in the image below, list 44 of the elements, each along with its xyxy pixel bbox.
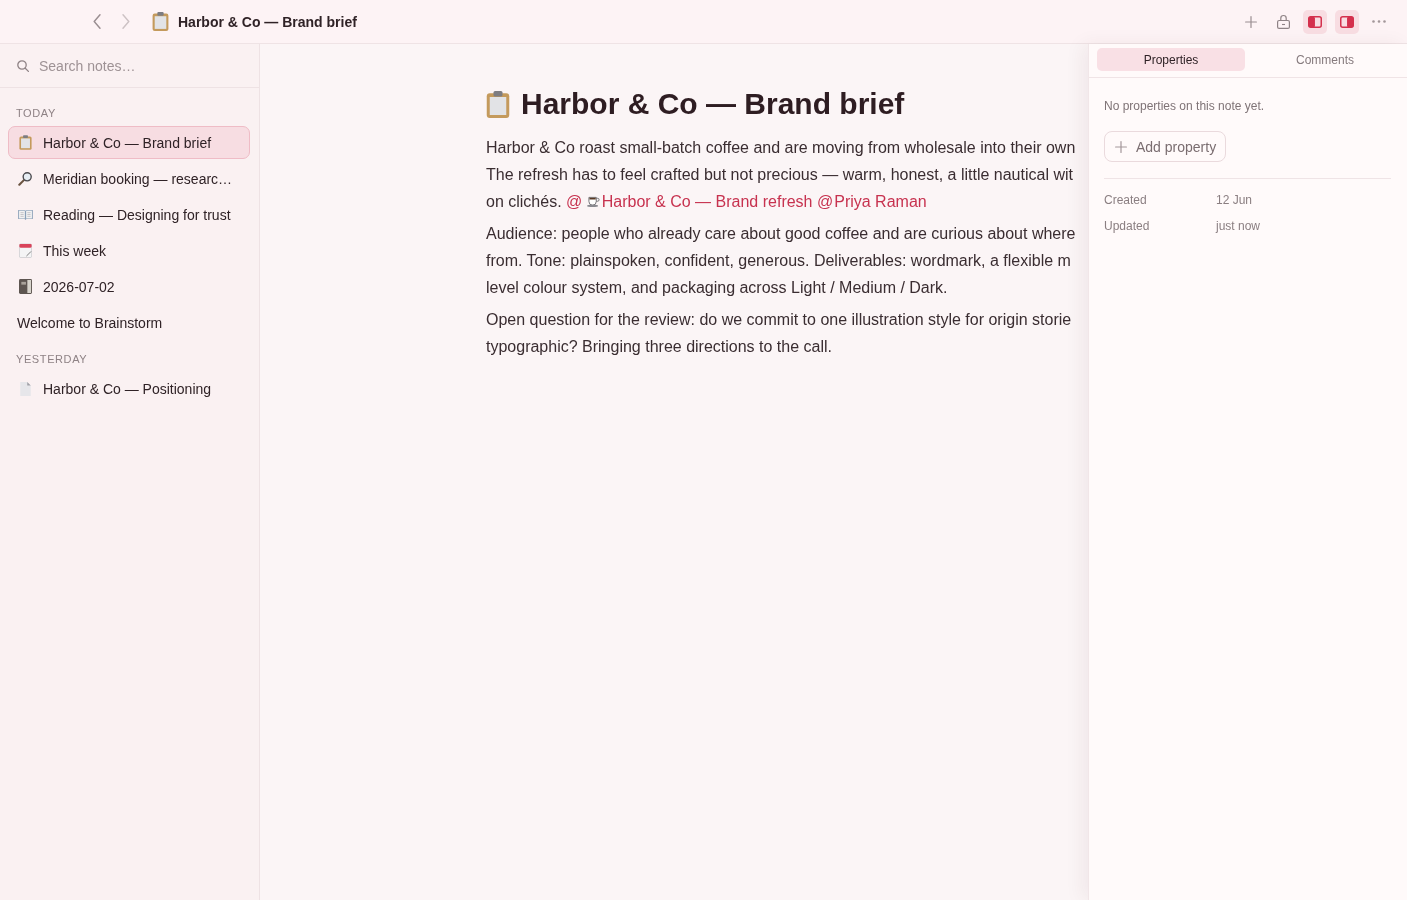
inspector-toggle-button[interactable] [1335, 9, 1359, 34]
chevron-left-icon[interactable] [93, 14, 101, 29]
panel-left-icon [1308, 15, 1322, 28]
mention-link[interactable]: @Priya Raman [816, 193, 927, 210]
sidebar-item[interactable]: This week [8, 234, 250, 267]
more-icon[interactable] [1372, 20, 1386, 23]
add-property-button[interactable]: Add property [1104, 131, 1227, 162]
sidebar-item[interactable]: Meridian booking — researc… [8, 162, 250, 195]
inspector-tab[interactable]: Properties [1097, 48, 1245, 71]
sidebar-item[interactable]: Harbor & Co — Positioning [8, 372, 250, 405]
padlock-icon[interactable] [1276, 14, 1290, 29]
plus-icon[interactable] [1245, 15, 1257, 28]
search-icon [17, 59, 29, 72]
search-field[interactable]: Search notes… [39, 54, 239, 77]
clipboard-icon [152, 12, 169, 31]
calendar-icon [18, 243, 32, 258]
meta-value: just now [1216, 219, 1261, 233]
sidebar-item[interactable]: Reading — Designing for trust [8, 198, 250, 231]
meta-label: Updated [1104, 219, 1151, 233]
section-heading: TODAY [16, 106, 57, 120]
sidebar-item[interactable]: Harbor & Co — Brand brief [8, 126, 250, 159]
open-book-icon [17, 209, 33, 220]
inspector-tab[interactable]: Comments [1251, 48, 1399, 71]
clipboard-icon [18, 135, 32, 150]
sidebar-item[interactable]: 2026-07-02 [8, 270, 250, 303]
meta-label: Created [1104, 193, 1148, 207]
magnifier-icon [18, 171, 32, 186]
notebook-icon [18, 279, 32, 294]
coffee-cup-icon [586, 196, 600, 207]
sidebar-item[interactable]: Welcome to Brainstorm [8, 306, 250, 339]
paragraph: Harbor & Co roast small-batch coffee and are moving from wholesale into their own The refresh has to feel crafted but not precious — warm, honest, a little nautical wit on clichés. @ Harbor & Co — Brand refresh @Priya Raman [486, 138, 1077, 212]
panel-right-icon [1340, 15, 1354, 28]
note-title: Harbor & Co — Brand brief [178, 13, 357, 30]
empty-message: No properties on this note yet. [1104, 98, 1266, 114]
document-title: Harbor & Co — Brand brief [521, 86, 905, 122]
meta-value: 12 Jun [1216, 193, 1253, 207]
page-icon [19, 381, 31, 396]
clipboard-icon [486, 90, 510, 118]
paragraph: Audience: people who already care about good coffee and are curious about where from. Tone: plainspoken, confident, generous. Deliverables: wordmark, a flexible m level colour system, and packaging across Light / Medium / Dark. [486, 224, 1077, 298]
plus-icon [1115, 140, 1127, 153]
section-heading: YESTERDAY [16, 352, 89, 366]
sidebar-toggle-button[interactable] [1303, 9, 1327, 34]
mention-link[interactable]: @ Harbor & Co — Brand refresh [566, 193, 813, 210]
paragraph: Open question for the review: do we commit to one illustration style for origin storie typographic? Bringing three directions to the call. [486, 310, 1073, 357]
